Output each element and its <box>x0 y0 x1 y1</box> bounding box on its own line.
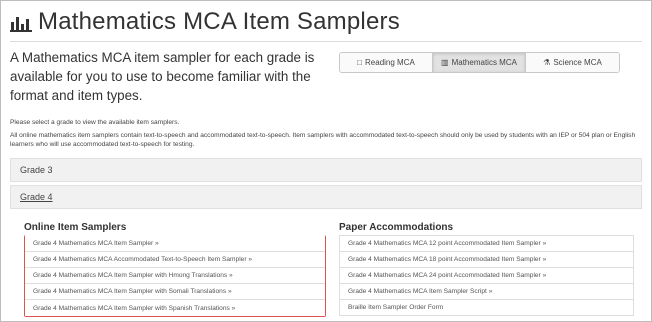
list-item[interactable]: Grade 4 Mathematics MCA Item Sampler wit… <box>25 267 325 284</box>
list-item[interactable]: Braille Item Sampler Order Form <box>339 299 634 316</box>
subject-tab-group: □ Reading MCA ▥ Mathematics MCA ⚗ Scienc… <box>339 52 620 73</box>
list-item[interactable]: Grade 4 Mathematics MCA Item Sampler Scr… <box>339 283 634 300</box>
flask-icon: ⚗ <box>543 58 551 67</box>
tab-label: Mathematics MCA <box>451 58 517 67</box>
tab-label: Reading MCA <box>365 58 415 67</box>
list-item[interactable]: Grade 4 Mathematics MCA 24 point Accommo… <box>339 267 634 284</box>
select-grade-note: Please select a grade to view the availa… <box>10 119 180 126</box>
paper-accommodations-list: Grade 4 Mathematics MCA 12 point Accommo… <box>339 235 634 316</box>
tab-reading-mca[interactable]: □ Reading MCA <box>340 53 433 72</box>
page-header: Mathematics MCA Item Samplers <box>10 8 400 36</box>
online-samplers-list: Grade 4 Mathematics MCA Item Sampler » G… <box>24 235 326 317</box>
list-item[interactable]: Grade 4 Mathematics MCA Item Sampler wit… <box>25 299 325 316</box>
list-item[interactable]: Grade 4 Mathematics MCA Item Sampler wit… <box>25 283 325 300</box>
grade-3-panel[interactable]: Grade 3 <box>10 158 642 182</box>
bar-chart-icon: ▥ <box>441 58 449 67</box>
online-samplers-title: Online Item Samplers <box>24 222 127 233</box>
tab-science-mca[interactable]: ⚗ Science MCA <box>526 53 619 72</box>
list-item[interactable]: Grade 4 Mathematics MCA Item Sampler » <box>25 235 325 252</box>
book-icon: □ <box>357 58 363 67</box>
list-item[interactable]: Grade 4 Mathematics MCA 18 point Accommo… <box>339 251 634 268</box>
list-item[interactable]: Grade 4 Mathematics MCA Accommodated Tex… <box>25 251 325 268</box>
list-item[interactable]: Grade 4 Mathematics MCA 12 point Accommo… <box>339 235 634 252</box>
paper-accommodations-title: Paper Accommodations <box>339 222 454 233</box>
grade-4-panel[interactable]: Grade 4 <box>10 185 642 209</box>
intro-text: A Mathematics MCA item sampler for each … <box>10 50 315 103</box>
page-title: Mathematics MCA Item Samplers <box>38 8 400 35</box>
tab-mathematics-mca[interactable]: ▥ Mathematics MCA <box>433 53 526 72</box>
accommodation-note: All online mathematics item samplers con… <box>10 132 636 148</box>
tab-label: Science MCA <box>553 58 602 67</box>
bar-chart-icon <box>10 12 32 32</box>
title-divider <box>10 41 642 42</box>
